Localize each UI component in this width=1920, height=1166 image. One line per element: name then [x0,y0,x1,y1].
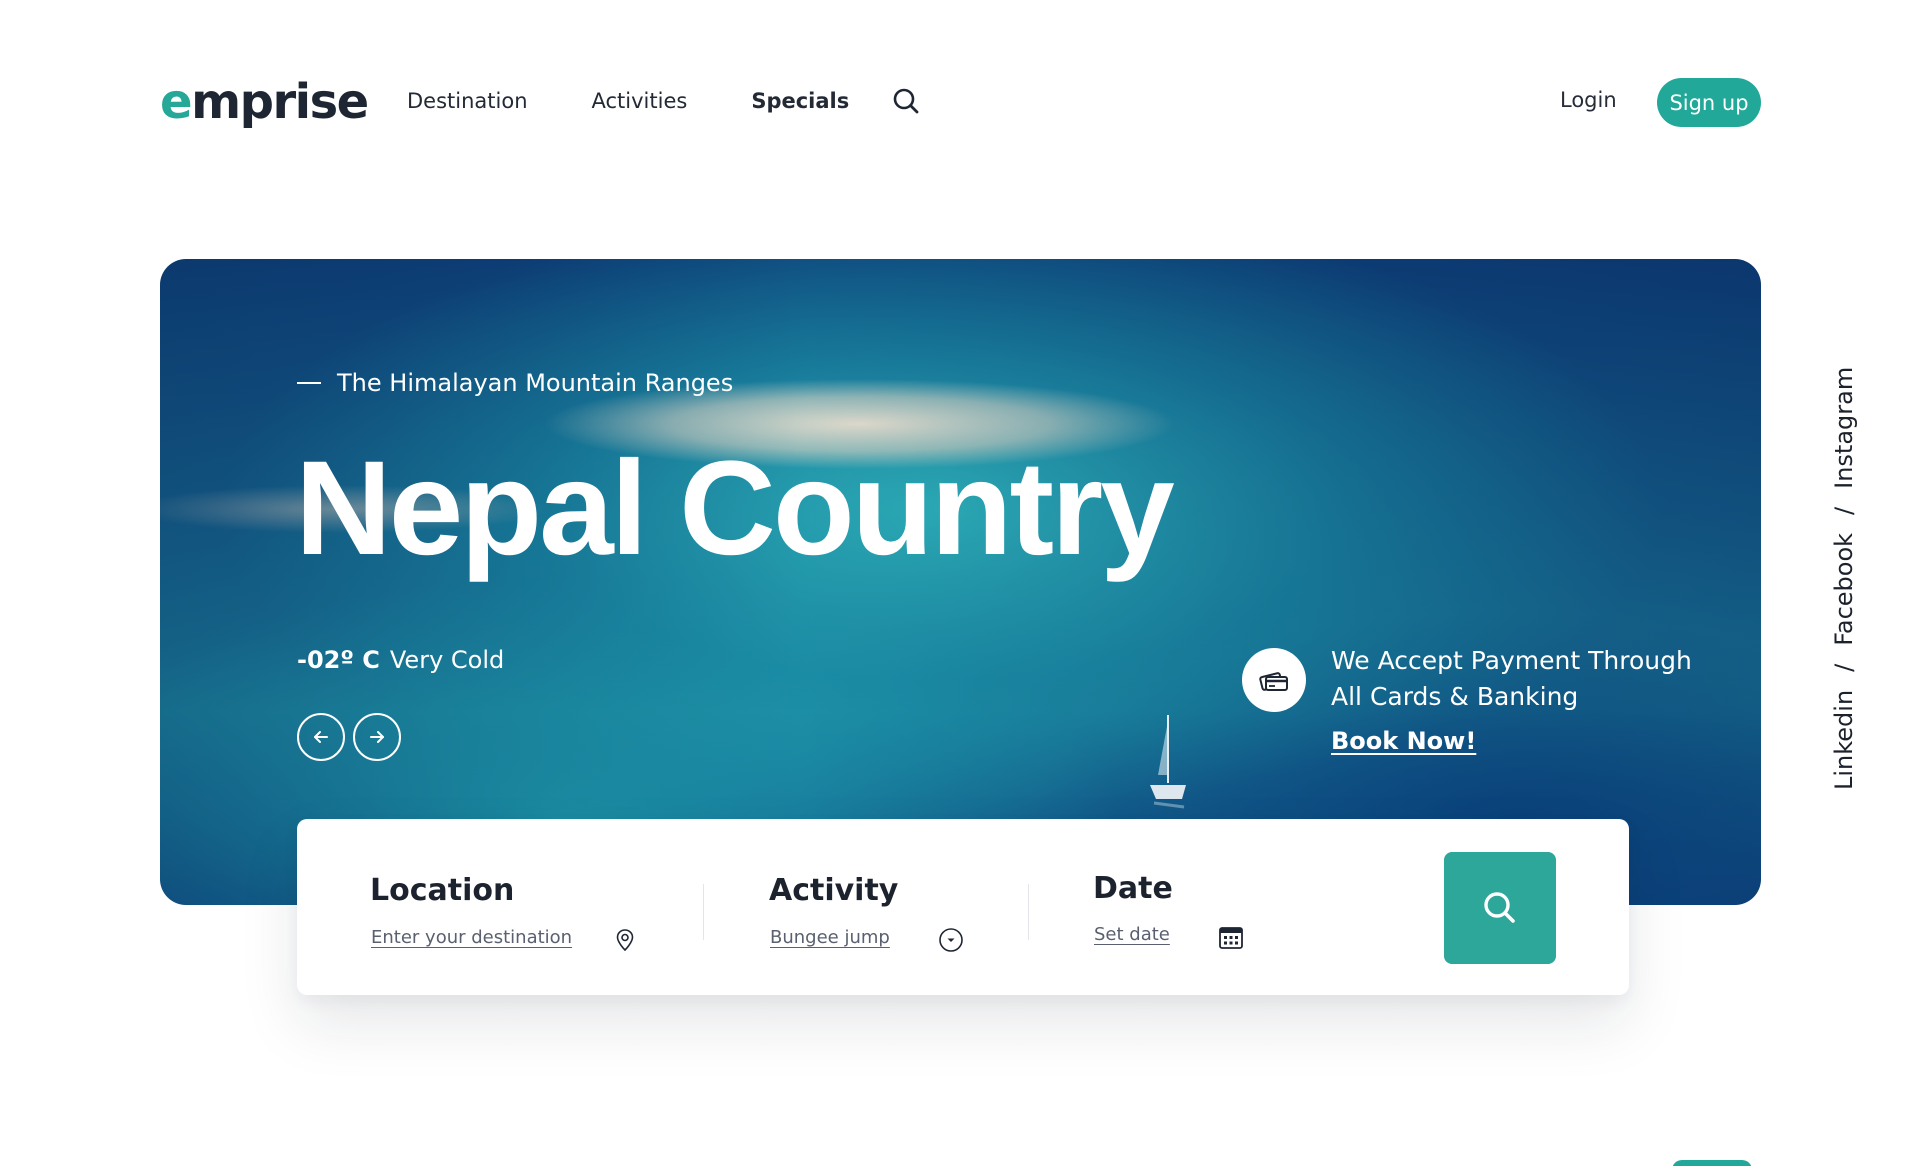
weather-info: -02º C Very Cold [297,646,504,674]
login-link[interactable]: Login [1560,88,1617,112]
nav-item-destination[interactable]: Destination [407,89,528,113]
location-label: Location [370,873,515,908]
chevron-down-icon[interactable] [938,927,963,952]
hero-eyebrow: The Himalayan Mountain Ranges [297,369,733,397]
calendar-icon[interactable] [1218,924,1243,949]
arrow-left-icon [314,731,328,743]
eyebrow-dash [297,382,321,384]
social-links: Linkedin / Facebook / Instagram [1830,367,1858,790]
nav-item-specials[interactable]: Specials [751,89,849,113]
search-icon[interactable] [891,86,921,116]
payment-info: We Accept Payment Through All Cards & Ba… [1331,643,1711,715]
search-icon [1484,892,1515,923]
social-separator: / [1830,506,1858,515]
activity-select[interactable]: Bungee jump [770,927,890,948]
date-label: Date [1093,871,1173,906]
social-separator: / [1830,663,1858,672]
logo-text: mprise [191,74,369,130]
main-nav: Destination Activities Specials [407,86,913,116]
social-link-instagram[interactable]: Instagram [1830,367,1858,489]
page: emprise Destination Activities Specials … [0,0,1920,1166]
scroll-top-button[interactable] [1672,1160,1752,1166]
activity-label: Activity [769,873,899,908]
logo[interactable]: emprise [160,74,369,130]
hero-banner: The Himalayan Mountain Ranges Nepal Coun… [160,259,1761,905]
payment-line-2: All Cards & Banking [1331,682,1579,711]
sailboat-icon [1150,715,1186,809]
date-input[interactable]: Set date [1094,924,1170,945]
field-divider [1028,884,1029,940]
next-slide-button[interactable] [353,713,401,761]
hero-subtitle: The Himalayan Mountain Ranges [337,369,734,397]
search-button[interactable] [1444,852,1556,964]
location-pin-icon[interactable] [613,928,637,952]
book-now-link[interactable]: Book Now! [1331,727,1476,755]
logo-accent: e [160,74,193,130]
prev-slide-button[interactable] [297,713,345,761]
social-link-facebook[interactable]: Facebook [1830,533,1858,646]
temperature: -02º C [297,646,380,674]
weather-condition: Very Cold [389,646,505,674]
social-link-linkedin[interactable]: Linkedin [1830,690,1858,790]
nav-item-activities[interactable]: Activities [592,89,688,113]
arrow-right-icon [370,731,384,743]
cards-icon [1242,648,1306,712]
hero-title: Nepal Country [295,434,1175,583]
signup-button[interactable]: Sign up [1657,78,1761,127]
payment-line-1: We Accept Payment Through [1331,646,1692,675]
location-input[interactable]: Enter your destination [371,927,572,948]
search-panel: Location Enter your destination Activity… [297,819,1629,995]
field-divider [703,884,704,940]
